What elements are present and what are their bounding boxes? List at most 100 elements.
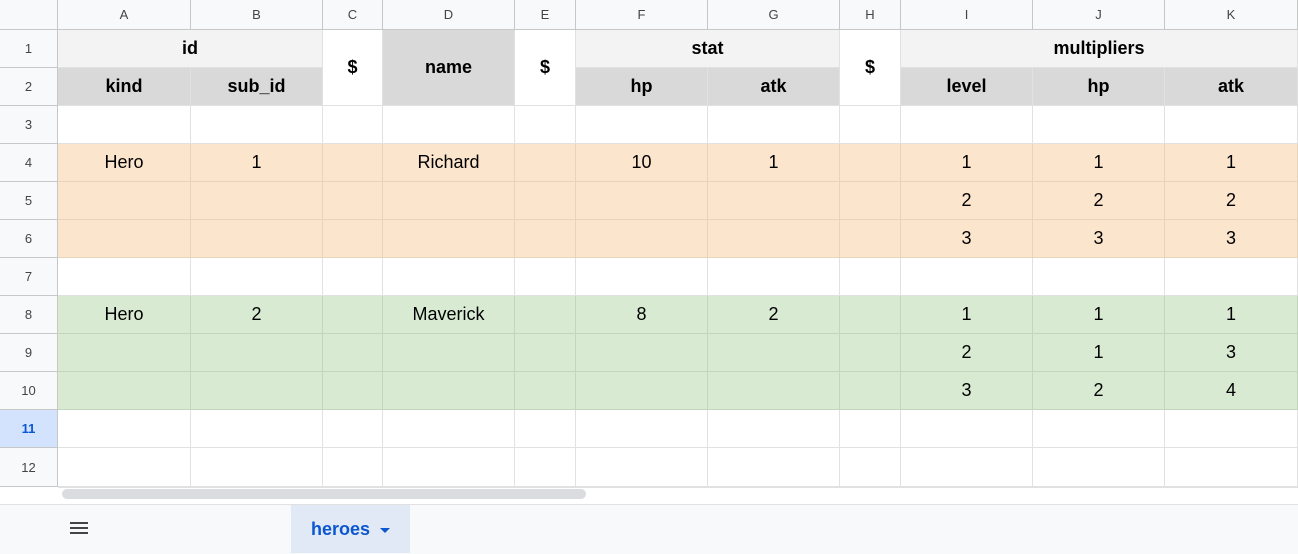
cell-e7[interactable] (515, 258, 576, 296)
row-header-12[interactable]: 12 (0, 448, 58, 487)
spreadsheet-grid[interactable]: A B C D E F G H I J K 1 2 3 4 5 6 7 8 9 … (0, 0, 1298, 488)
header-stat-atk[interactable]: atk (708, 68, 840, 106)
cell-c4[interactable] (323, 144, 383, 182)
cell-i5[interactable]: 2 (901, 182, 1033, 220)
cell-b10[interactable] (191, 372, 323, 410)
cell-f3[interactable] (576, 106, 708, 144)
cell-d12[interactable] (383, 448, 515, 487)
cell-j11[interactable] (1033, 410, 1165, 448)
all-sheets-menu-icon[interactable] (64, 519, 94, 541)
cell-g4[interactable]: 1 (708, 144, 840, 182)
cell-i7[interactable] (901, 258, 1033, 296)
cell-d9[interactable] (383, 334, 515, 372)
header-id[interactable]: id (58, 30, 323, 68)
row-header-7[interactable]: 7 (0, 258, 58, 296)
cell-g9[interactable] (708, 334, 840, 372)
cell-a5[interactable] (58, 182, 191, 220)
cell-b11[interactable] (191, 410, 323, 448)
cell-e6[interactable] (515, 220, 576, 258)
cell-a9[interactable] (58, 334, 191, 372)
cell-f9[interactable] (576, 334, 708, 372)
cell-g11[interactable] (708, 410, 840, 448)
column-header-i[interactable]: I (901, 0, 1033, 30)
cell-b6[interactable] (191, 220, 323, 258)
cell-c12[interactable] (323, 448, 383, 487)
header-multipliers[interactable]: multipliers (901, 30, 1298, 68)
cell-b12[interactable] (191, 448, 323, 487)
cell-e12[interactable] (515, 448, 576, 487)
row-header-2[interactable]: 2 (0, 68, 58, 106)
cell-i3[interactable] (901, 106, 1033, 144)
cell-a4[interactable]: Hero (58, 144, 191, 182)
row-header-10[interactable]: 10 (0, 372, 58, 410)
column-header-k[interactable]: K (1165, 0, 1298, 30)
cell-b4[interactable]: 1 (191, 144, 323, 182)
chevron-down-icon[interactable] (380, 527, 391, 533)
cell-d4[interactable]: Richard (383, 144, 515, 182)
cell-j3[interactable] (1033, 106, 1165, 144)
cell-b7[interactable] (191, 258, 323, 296)
row-header-1[interactable]: 1 (0, 30, 58, 68)
cell-h7[interactable] (840, 258, 901, 296)
cell-f6[interactable] (576, 220, 708, 258)
cell-b5[interactable] (191, 182, 323, 220)
cell-h12[interactable] (840, 448, 901, 487)
cell-i9[interactable]: 2 (901, 334, 1033, 372)
cell-c5[interactable] (323, 182, 383, 220)
row-header-11[interactable]: 11 (0, 410, 58, 448)
column-header-b[interactable]: B (191, 0, 323, 30)
cell-f7[interactable] (576, 258, 708, 296)
cell-j5[interactable]: 2 (1033, 182, 1165, 220)
cell-b3[interactable] (191, 106, 323, 144)
cell-f4[interactable]: 10 (576, 144, 708, 182)
cell-c8[interactable] (323, 296, 383, 334)
sheet-tab-heroes[interactable]: heroes (291, 505, 410, 553)
cell-e11[interactable] (515, 410, 576, 448)
header-name[interactable]: name (383, 30, 515, 106)
cell-k6[interactable]: 3 (1165, 220, 1298, 258)
cell-d8[interactable]: Maverick (383, 296, 515, 334)
cell-d5[interactable] (383, 182, 515, 220)
cell-c7[interactable] (323, 258, 383, 296)
cell-e4[interactable] (515, 144, 576, 182)
column-header-g[interactable]: G (708, 0, 840, 30)
header-level[interactable]: level (901, 68, 1033, 106)
cell-d3[interactable] (383, 106, 515, 144)
cell-g6[interactable] (708, 220, 840, 258)
cell-a7[interactable] (58, 258, 191, 296)
cell-j10[interactable]: 2 (1033, 372, 1165, 410)
cell-e10[interactable] (515, 372, 576, 410)
horizontal-scrollbar-thumb[interactable] (62, 489, 586, 499)
row-header-6[interactable]: 6 (0, 220, 58, 258)
cell-j12[interactable] (1033, 448, 1165, 487)
header-dollar-c[interactable]: $ (323, 30, 383, 106)
select-all-corner[interactable] (0, 0, 58, 30)
cell-c6[interactable] (323, 220, 383, 258)
cell-k9[interactable]: 3 (1165, 334, 1298, 372)
cell-i6[interactable]: 3 (901, 220, 1033, 258)
cell-a11[interactable] (58, 410, 191, 448)
cell-i8[interactable]: 1 (901, 296, 1033, 334)
cell-j4[interactable]: 1 (1033, 144, 1165, 182)
cell-k5[interactable]: 2 (1165, 182, 1298, 220)
cell-f12[interactable] (576, 448, 708, 487)
cell-g10[interactable] (708, 372, 840, 410)
cell-j6[interactable]: 3 (1033, 220, 1165, 258)
header-mult-hp[interactable]: hp (1033, 68, 1165, 106)
cell-d7[interactable] (383, 258, 515, 296)
cell-j7[interactable] (1033, 258, 1165, 296)
cell-h8[interactable] (840, 296, 901, 334)
row-header-3[interactable]: 3 (0, 106, 58, 144)
column-header-h[interactable]: H (840, 0, 901, 30)
cell-k11[interactable] (1165, 410, 1298, 448)
cell-c3[interactable] (323, 106, 383, 144)
row-header-5[interactable]: 5 (0, 182, 58, 220)
cell-d11[interactable] (383, 410, 515, 448)
header-kind[interactable]: kind (58, 68, 191, 106)
cell-j8[interactable]: 1 (1033, 296, 1165, 334)
cell-e5[interactable] (515, 182, 576, 220)
cell-d6[interactable] (383, 220, 515, 258)
column-header-f[interactable]: F (576, 0, 708, 30)
cell-a6[interactable] (58, 220, 191, 258)
cell-e9[interactable] (515, 334, 576, 372)
